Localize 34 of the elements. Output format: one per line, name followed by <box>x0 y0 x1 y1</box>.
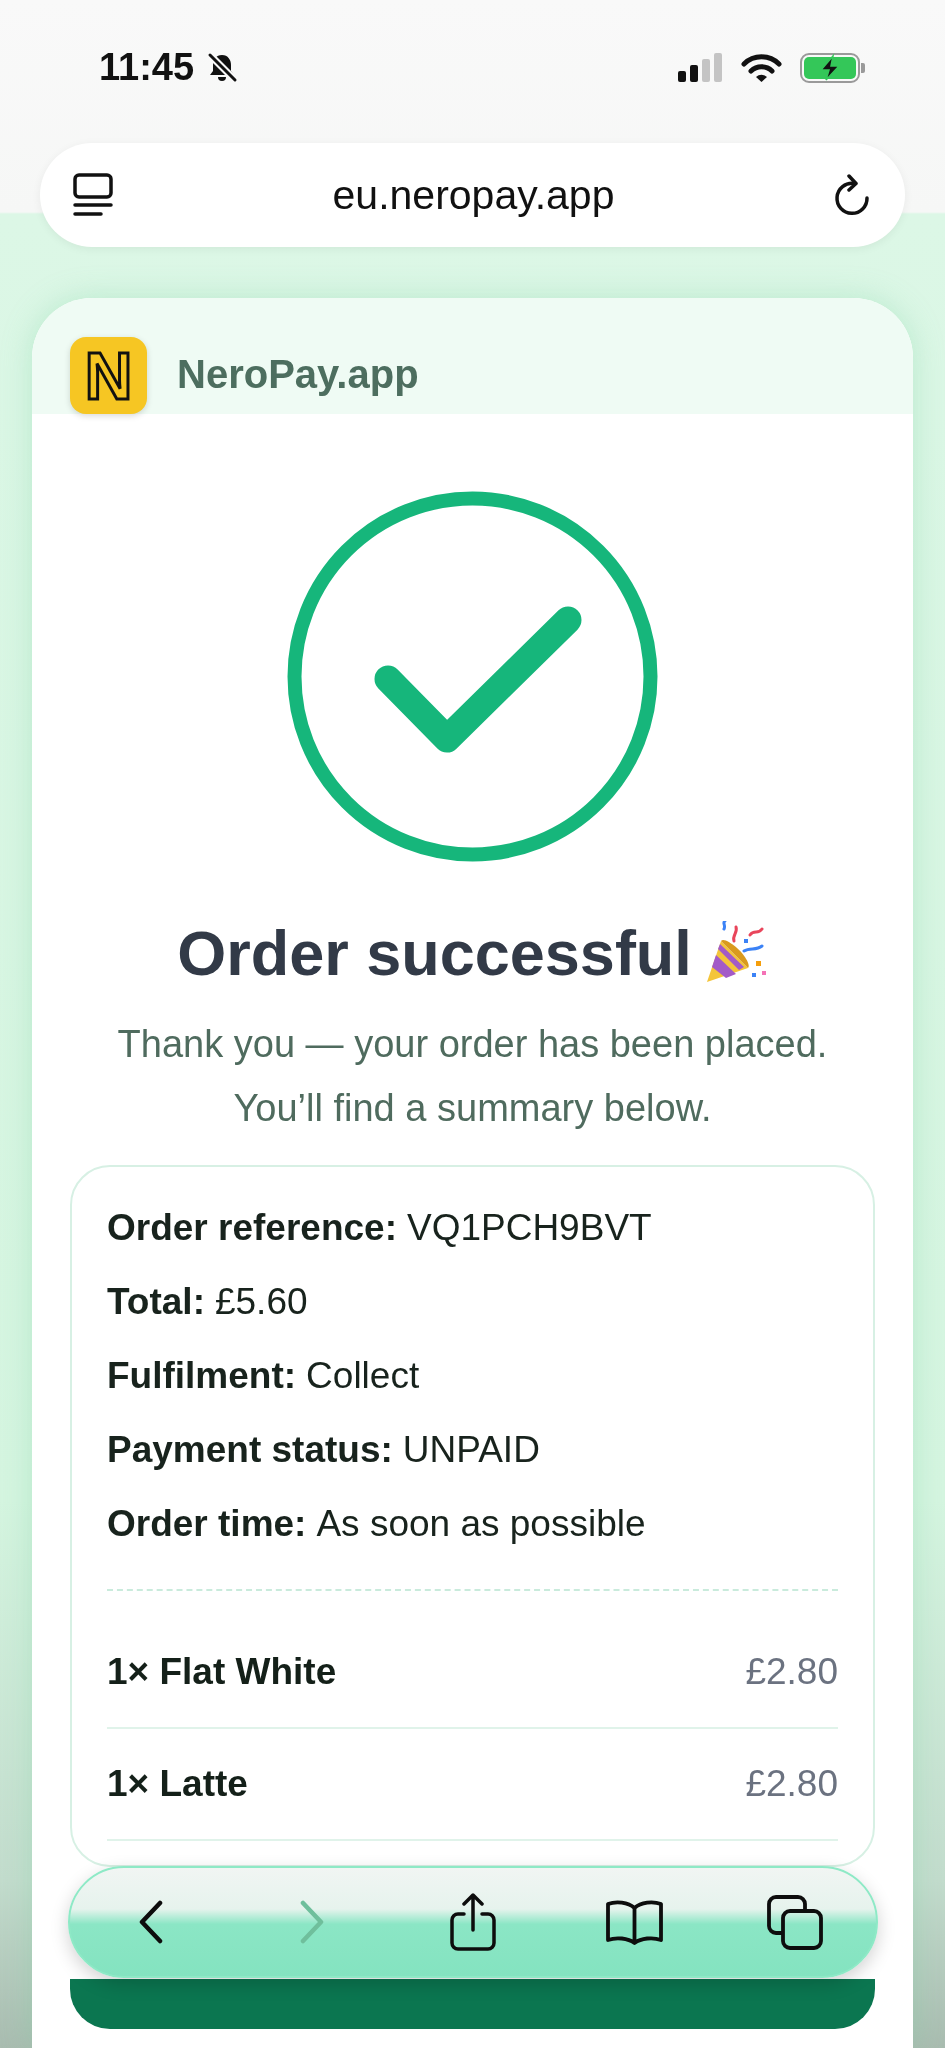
field-label: Order reference: <box>107 1207 397 1249</box>
clock-time: 11:45 <box>99 46 195 89</box>
signal-icon <box>678 53 723 82</box>
field-value: VQ1PCH9BVT <box>406 1207 652 1249</box>
check-circle-icon <box>287 491 658 862</box>
tabs-icon <box>767 1894 824 1950</box>
charging-battery-icon <box>800 52 866 83</box>
item-name: 1× Flat White <box>107 1651 337 1693</box>
page-menu-icon <box>73 173 113 217</box>
order-title: Order successful <box>177 917 692 990</box>
field-value: £5.60 <box>214 1281 308 1323</box>
chevron-right-icon <box>298 1900 325 1944</box>
item-price: £2.80 <box>745 1651 838 1693</box>
url-text: eu.neropay.app <box>331 171 616 219</box>
reload-icon <box>834 174 872 216</box>
address-bar[interactable]: eu.neropay.app <box>40 143 905 247</box>
book-icon <box>604 1899 664 1945</box>
field-label: Total: <box>107 1281 205 1323</box>
share-icon <box>450 1893 496 1951</box>
field-value: Collect <box>306 1355 420 1397</box>
page-menu-button[interactable] <box>73 173 113 217</box>
reload-button[interactable] <box>834 174 872 216</box>
field-value: As soon as possible <box>316 1503 646 1545</box>
wifi-icon <box>741 53 782 82</box>
field-value: UNPAID <box>402 1429 540 1471</box>
field-label: Payment status: <box>107 1429 393 1471</box>
field-label: Fulfilment: <box>107 1355 297 1397</box>
confirmation-message: Thank you — your order has been placed. You’ll find a summary below. <box>116 1022 829 1131</box>
logo: N <box>70 337 147 414</box>
chevron-left-icon <box>137 1900 164 1944</box>
item-name: 1× Latte <box>107 1763 248 1805</box>
brand-name: NeroPay.app <box>177 351 419 397</box>
item-price: £2.80 <box>745 1763 838 1805</box>
field-label: Order time: <box>107 1503 307 1545</box>
